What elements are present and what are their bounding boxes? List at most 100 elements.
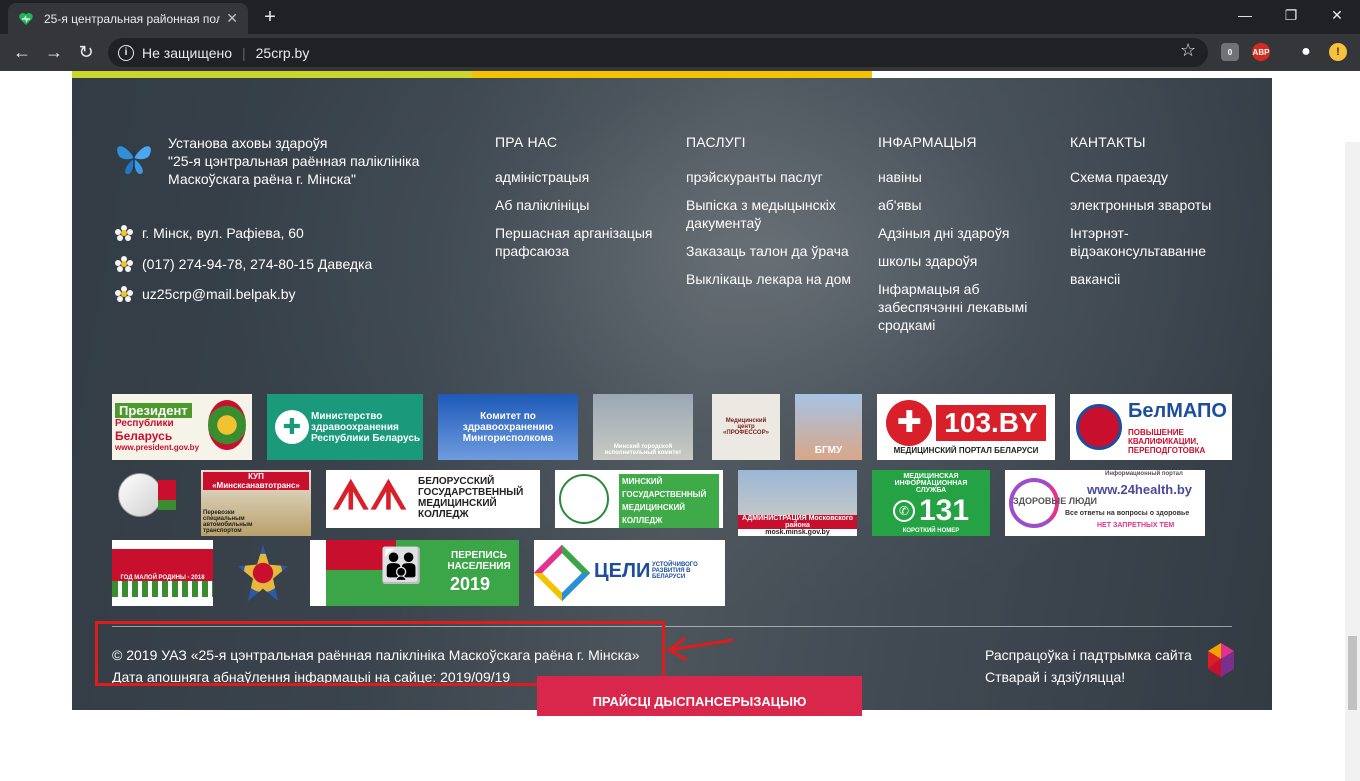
footer-link[interactable]: Выпіска з медыцынскіх дакументаў bbox=[686, 196, 866, 232]
logo-perepis[interactable]: 👪 ПЕРЕПИСЬ НАСЕЛЕНИЯ 2019 bbox=[310, 540, 519, 606]
logo-mgmk-text: МИНСКИЙ ГОСУДАРСТВЕННЫЙ МЕДИЦИНСКИЙ КОЛЛ… bbox=[619, 474, 719, 528]
footer-link[interactable]: Інфармацыя аб забеспячэнні лекавымі срод… bbox=[878, 280, 1058, 334]
footer-link[interactable]: Выклікаць лекара на дом bbox=[686, 270, 866, 288]
dispensary-cta-button[interactable]: ПРАЙСЦІ ДЫСПАНСЕРЫЗАЦЫЮ bbox=[537, 676, 862, 716]
logo-komitet-text: Комитет по здравоохранению Мингорисполко… bbox=[462, 410, 554, 444]
ornament-icon bbox=[112, 581, 213, 597]
footer-link[interactable]: Аб паліклініцы bbox=[495, 196, 675, 214]
logo-president[interactable]: Президент Республики Беларусь www.presid… bbox=[112, 394, 252, 460]
logo-mgik[interactable]: Минский городской исполнительный комитет bbox=[593, 394, 693, 460]
footer-link[interactable]: Інтэрнэт-відэаконсультаванне bbox=[1070, 224, 1250, 260]
footer-link[interactable]: Першасная арганізацыя прафсаюза bbox=[495, 224, 675, 260]
restore-icon[interactable]: ❐ bbox=[1268, 0, 1314, 30]
security-label: Не защищено bbox=[142, 44, 232, 61]
logo-minzdrav[interactable]: ✚ Министерство здравоохранения Республик… bbox=[267, 394, 423, 460]
logo-131-num: 131 bbox=[918, 493, 970, 527]
adblock-icon[interactable]: ABP bbox=[1252, 43, 1270, 61]
browser-tab[interactable]: 25-я центральная районная пол ✕ bbox=[8, 3, 248, 34]
logo-president-line3: Беларусь bbox=[115, 428, 173, 443]
footer-col-info: ІНФАРМАЦЫЯ навіны аб'явы Адзіныя дні зда… bbox=[878, 134, 1058, 344]
page-content: Установа аховы здароўя "25-я цэнтральная… bbox=[0, 71, 1360, 781]
logo-mchs[interactable] bbox=[228, 540, 298, 606]
back-icon[interactable]: ← bbox=[10, 40, 34, 64]
profile-icon[interactable]: ● bbox=[1297, 43, 1315, 61]
heart-favicon-icon bbox=[19, 12, 33, 25]
logo-profossor[interactable]: Медицинский центр «ПРОФЕССОР» bbox=[712, 394, 780, 460]
logo-admin[interactable]: АДМИНИСТРАЦИЯ Московского района mosk.mi… bbox=[738, 470, 857, 536]
reload-icon[interactable]: ↻ bbox=[74, 40, 98, 64]
email-link[interactable]: uz25crp@mail.belpak.by bbox=[142, 286, 296, 302]
logo-24health-b: www.24health.by bbox=[1087, 482, 1192, 497]
developer-line2: Стварай і здзіўляцца! bbox=[985, 669, 1126, 685]
footer-col-services: ПАСЛУГІ прэйскуранты паслуг Выпіска з ме… bbox=[686, 134, 866, 298]
logo-god[interactable]: ГОД МАЛОЙ РОДИНЫ - 2018 bbox=[112, 540, 213, 606]
footer-link[interactable]: Заказаць талон да ўрача bbox=[686, 242, 866, 260]
bookmark-star-icon[interactable]: ☆ bbox=[1180, 40, 1196, 61]
logo-mgmk[interactable]: МИНСКИЙ ГОСУДАРСТВЕННЫЙ МЕДИЦИНСКИЙ КОЛЛ… bbox=[555, 470, 723, 528]
forward-icon[interactable]: → bbox=[42, 40, 66, 64]
tab-title: 25-я центральная районная пол bbox=[44, 11, 221, 26]
scrollbar-thumb[interactable] bbox=[1348, 636, 1357, 710]
ornament-strip-icon bbox=[310, 540, 326, 606]
logo-celi-1: ЦЕЛИ bbox=[594, 560, 651, 582]
developer-logo-icon[interactable] bbox=[1208, 643, 1234, 677]
flower-icon bbox=[115, 286, 133, 302]
logo-kup-sub: Перевозки специальным автомобильным тран… bbox=[203, 510, 253, 534]
logo-celi[interactable]: ЦЕЛИ УСТОЙЧИВОГО РАЗВИТИЯ В БЕЛАРУСИ bbox=[534, 540, 725, 606]
logo-komitet[interactable]: Комитет по здравоохранению Мингорисполко… bbox=[438, 394, 578, 460]
accent-stripe-green bbox=[72, 71, 472, 78]
footer-link[interactable]: Адзіныя дні здароўя bbox=[878, 224, 1058, 242]
logo-belmapo-main: БелМАПО bbox=[1128, 400, 1227, 422]
logo-president-title: Президент bbox=[115, 402, 192, 418]
footer-link[interactable]: электронныя звароты bbox=[1070, 196, 1250, 214]
butterfly-logo-icon bbox=[117, 146, 151, 174]
footer-link[interactable]: школы здароўя bbox=[878, 252, 1058, 270]
logo-kup[interactable]: КУП «Минсксанавтотранс» Перевозки специа… bbox=[201, 470, 311, 536]
logo-mgik-text: Минский городской исполнительный комитет bbox=[604, 444, 682, 456]
tab-close-icon[interactable]: ✕ bbox=[226, 10, 238, 27]
org-line: Установа аховы здароўя bbox=[168, 135, 328, 151]
logo-belmapo-sub: ПОВЫШЕНИЕ КВАЛИФИКАЦИИ, ПЕРЕПОДГОТОВКА bbox=[1128, 428, 1206, 455]
logo-bgmk[interactable]: ᗑᗑ БЕЛОРУССКИЙ ГОСУДАРСТВЕННЫЙ МЕДИЦИНСК… bbox=[326, 470, 540, 528]
footer-link[interactable]: прэйскуранты паслуг bbox=[686, 168, 866, 186]
logo-pill[interactable] bbox=[112, 470, 182, 520]
url-separator: | bbox=[242, 44, 246, 61]
footer-link[interactable]: навіны bbox=[878, 168, 1058, 186]
update-alert-icon[interactable]: ! bbox=[1329, 43, 1347, 61]
annotation-arrow-icon bbox=[666, 636, 734, 662]
developer-block[interactable]: Распрацоўка і падтрымка сайта Стварай і … bbox=[985, 644, 1192, 688]
flower-icon bbox=[115, 225, 133, 241]
url-text: 25crp.by bbox=[255, 44, 310, 61]
flag-icon bbox=[158, 480, 176, 510]
org-line: Маскоўскага раёна г. Мінска" bbox=[168, 171, 357, 187]
footer-link[interactable]: аб'явы bbox=[878, 196, 1058, 214]
logo-131[interactable]: МЕДИЦИНСКАЯ ИНФОРМАЦИОННАЯ СЛУЖБА ✆ 131 … bbox=[872, 470, 990, 536]
logo-belmapo[interactable]: БелМАПО ПОВЫШЕНИЕ КВАЛИФИКАЦИИ, ПЕРЕПОДГ… bbox=[1070, 394, 1232, 460]
logo-president-url: www.president.gov.by bbox=[115, 442, 200, 452]
logo-24health-c: Все ответы на вопросы о здоровье bbox=[1065, 510, 1190, 517]
minimize-icon[interactable]: — bbox=[1222, 0, 1268, 30]
cta-label: ПРАЙСЦІ ДЫСПАНСЕРЫЗАЦЫЮ bbox=[592, 694, 807, 709]
logo-24health[interactable]: Информационный портал ЗДОРОВЫЕ ЛЮДИ www.… bbox=[1005, 470, 1205, 536]
logo-103by-sub: МЕДИЦИНСКИЙ ПОРТАЛ БЕЛАРУСИ bbox=[893, 445, 1039, 455]
new-tab-icon[interactable]: + bbox=[258, 6, 282, 29]
logo-bgmu[interactable]: БГМУ bbox=[795, 394, 862, 460]
url-field[interactable]: i Не защищено | 25crp.by bbox=[108, 38, 1208, 67]
adblock-label: ABP bbox=[1252, 47, 1270, 57]
footer-link[interactable]: вакансіі bbox=[1070, 270, 1250, 288]
logo-103by[interactable]: ✚ 103.BY МЕДИЦИНСКИЙ ПОРТАЛ БЕЛАРУСИ bbox=[877, 394, 1055, 460]
address-bar: ← → ↻ i Не защищено | 25crp.by ☆ 0 ABP ●… bbox=[0, 34, 1360, 71]
logo-celi-2: УСТОЙЧИВОГО РАЗВИТИЯ В БЕЛАРУСИ bbox=[652, 562, 698, 580]
info-icon[interactable]: i bbox=[118, 44, 134, 61]
logo-24health-d: НЕТ ЗАПРЕТНЫХ ТЕМ bbox=[1097, 522, 1175, 529]
accent-stripe-white bbox=[872, 71, 1272, 78]
developer-line1: Распрацоўка і падтрымка сайта bbox=[985, 647, 1192, 663]
close-window-icon[interactable]: ✕ bbox=[1314, 0, 1360, 30]
phone-text[interactable]: (017) 274-94-78, 274-80-15 Даведка bbox=[142, 256, 372, 272]
footer-link[interactable]: Схема праезду bbox=[1070, 168, 1250, 186]
extension-icon[interactable]: 0 bbox=[1221, 43, 1239, 61]
site-footer: Установа аховы здароўя "25-я цэнтральная… bbox=[72, 78, 1272, 710]
footer-link[interactable]: адміністрацыя bbox=[495, 168, 675, 186]
col-heading: КАНТАКТЫ bbox=[1070, 134, 1146, 150]
logo-kup-text: КУП «Минсксанавтотранс» bbox=[203, 472, 309, 490]
